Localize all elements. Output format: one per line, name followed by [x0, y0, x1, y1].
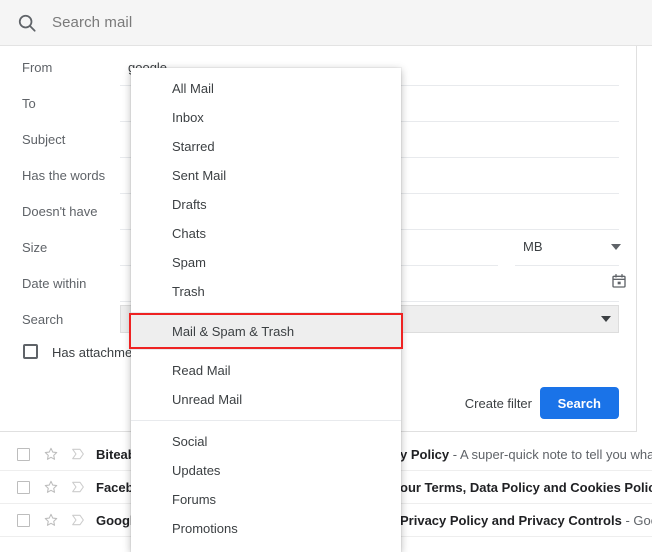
star-outline-icon[interactable] — [43, 446, 59, 462]
checkbox-unchecked-icon[interactable] — [17, 448, 30, 461]
important-marker-icon[interactable] — [70, 446, 86, 462]
mail-sender: Biteab — [96, 447, 136, 462]
mail-snippet: - A super-quick note to tell you wha — [449, 447, 652, 462]
mail-subject: our Terms, Data Policy and Cookies Polic… — [400, 480, 652, 495]
important-marker-icon[interactable] — [70, 479, 86, 495]
menu-item-sent-mail[interactable]: Sent Mail — [131, 161, 401, 190]
search-icon[interactable] — [16, 12, 38, 34]
mail-subject-snippet: Privacy Policy and Privacy Controls - Go… — [400, 513, 652, 528]
mail-subject: y Policy — [400, 447, 450, 462]
menu-item-all-mail[interactable]: All Mail — [131, 74, 401, 103]
menu-item-social[interactable]: Social — [131, 427, 401, 456]
star-outline-icon[interactable] — [43, 512, 59, 528]
search-button[interactable]: Search — [539, 387, 619, 419]
create-filter-link[interactable]: Create filter — [465, 396, 532, 411]
menu-item-inbox[interactable]: Inbox — [131, 103, 401, 132]
chevron-down-icon[interactable] — [601, 316, 611, 322]
menu-item-updates[interactable]: Updates — [131, 456, 401, 485]
label-date-within: Date within — [22, 276, 87, 291]
gmail-search-screen: Search mail From google To Subject — [0, 0, 652, 552]
mail-subject-snippet: y Policy - A super-quick note to tell yo… — [400, 447, 652, 462]
dropdown-group-categories: Social Updates Forums Promotions — [131, 421, 401, 549]
menu-item-spam[interactable]: Spam — [131, 248, 401, 277]
chevron-down-icon[interactable] — [611, 244, 621, 250]
menu-item-mail-spam-trash[interactable]: Mail & Spam & Trash — [131, 315, 401, 347]
label-from: From — [22, 60, 53, 75]
search-input[interactable]: Search mail — [52, 14, 132, 31]
dropdown-group-read-state: Read Mail Unread Mail — [131, 350, 401, 420]
checkbox-unchecked-icon[interactable] — [17, 481, 30, 494]
menu-item-trash[interactable]: Trash — [131, 277, 401, 306]
mail-snippet: - Googl — [625, 513, 652, 528]
label-to: To — [22, 96, 36, 111]
dropdown-group-folders: All Mail Inbox Starred Sent Mail Drafts … — [131, 68, 401, 312]
search-bar[interactable]: Search mail — [0, 0, 652, 46]
star-outline-icon[interactable] — [43, 479, 59, 495]
calendar-icon[interactable] — [611, 273, 627, 289]
important-marker-icon[interactable] — [70, 512, 86, 528]
menu-item-drafts[interactable]: Drafts — [131, 190, 401, 219]
label-size: Size — [22, 240, 48, 255]
menu-item-forums[interactable]: Forums — [131, 485, 401, 514]
label-doesnt-have: Doesn't have — [22, 204, 98, 219]
menu-item-read-mail[interactable]: Read Mail — [131, 356, 401, 385]
checkbox-unchecked-icon[interactable] — [23, 344, 38, 359]
label-search-scope: Search — [22, 312, 64, 327]
menu-item-promotions[interactable]: Promotions — [131, 514, 401, 543]
mail-sender: Googl — [96, 513, 134, 528]
search-scope-dropdown-menu[interactable]: All Mail Inbox Starred Sent Mail Drafts … — [129, 68, 403, 552]
size-unit-value[interactable]: MB — [523, 239, 543, 254]
menu-item-unread-mail[interactable]: Unread Mail — [131, 385, 401, 414]
label-has-the-words: Has the words — [22, 168, 106, 183]
mail-sender: Faceb — [96, 480, 134, 495]
menu-item-starred[interactable]: Starred — [131, 132, 401, 161]
mail-subject-snippet: our Terms, Data Policy and Cookies Polic… — [400, 480, 652, 495]
menu-item-chats[interactable]: Chats — [131, 219, 401, 248]
mail-subject: Privacy Policy and Privacy Controls — [400, 513, 622, 528]
selected-option-highlight: Mail & Spam & Trash — [129, 313, 403, 349]
checkbox-unchecked-icon[interactable] — [17, 514, 30, 527]
label-subject: Subject — [22, 132, 66, 147]
